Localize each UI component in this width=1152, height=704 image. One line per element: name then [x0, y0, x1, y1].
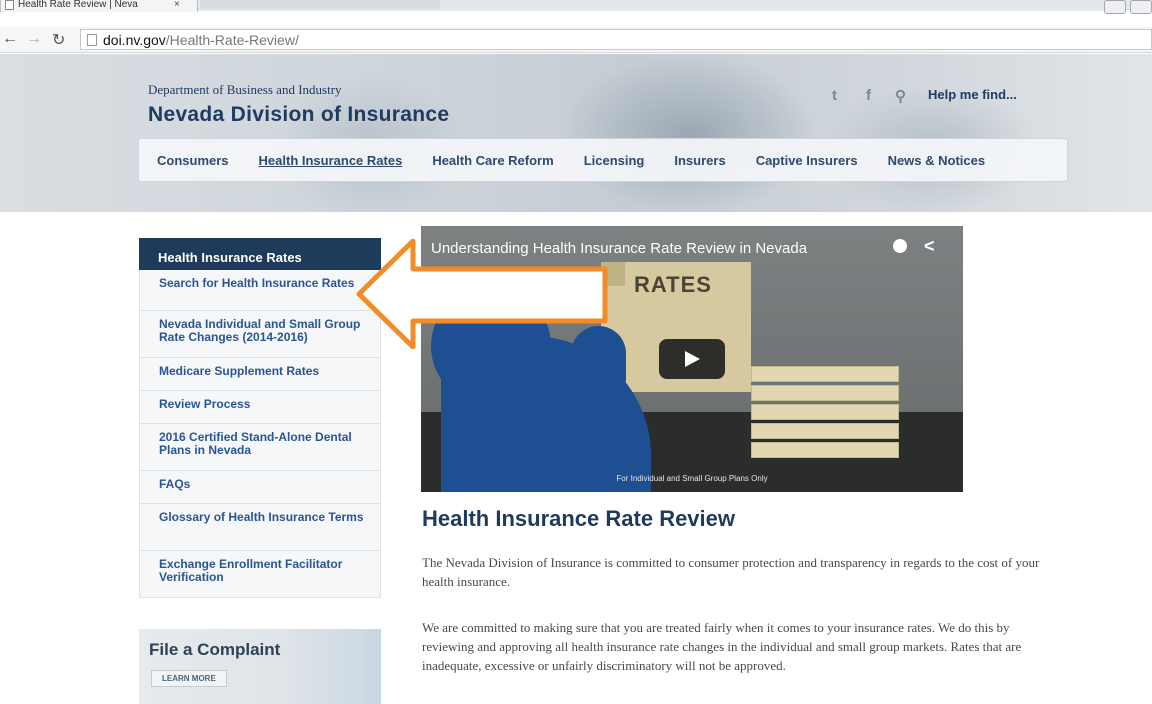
video-paper-sheet — [751, 423, 899, 439]
sidebar-item-glossary[interactable]: Glossary of Health Insurance Terms — [139, 504, 381, 551]
video-paper-sheet — [751, 385, 899, 401]
nav-licensing[interactable]: Licensing — [584, 153, 645, 168]
header-background — [560, 54, 820, 212]
site-header: Department of Business and Industry Neva… — [0, 54, 1152, 212]
page-icon — [5, 0, 14, 10]
nav-captive-insurers[interactable]: Captive Insurers — [756, 153, 858, 168]
watch-later-icon[interactable] — [893, 239, 907, 253]
search-icon[interactable]: ⚲ — [895, 87, 906, 105]
browser-tabbar: Health Rate Review | Neva × — [0, 0, 1152, 14]
sidebar-item-medicare-supplement[interactable]: Medicare Supplement Rates — [139, 358, 381, 391]
sidebar: Health Insurance Rates Search for Health… — [139, 238, 381, 598]
page-title: Health Insurance Rate Review — [422, 506, 736, 531]
help-me-find-link[interactable]: Help me find... — [928, 87, 1017, 102]
annotation-arrow-icon — [356, 239, 608, 349]
video-paper-sheet — [751, 404, 899, 420]
tab-title: Health Rate Review | Neva — [18, 0, 138, 10]
share-icon[interactable]: < — [924, 236, 935, 257]
video-paper-stack — [751, 366, 899, 458]
document-icon — [87, 33, 97, 46]
learn-more-button[interactable]: LEARN MORE — [151, 670, 227, 687]
fair-rates-paragraph: We are committed to making sure that you… — [422, 620, 1022, 673]
site-logo-title[interactable]: Nevada Division of Insurance — [148, 103, 449, 127]
play-button[interactable] — [659, 339, 725, 379]
video-rates-text: RATES — [634, 272, 712, 297]
url-path: /Health-Rate-Review/ — [165, 31, 299, 48]
nav-insurers[interactable]: Insurers — [674, 153, 725, 168]
browser-toolbar: ← → ↻ doi.nv.gov/Health-Rate-Review/ — [0, 27, 1152, 53]
complaint-title: File a Complaint — [149, 640, 281, 659]
browser-tab[interactable]: Health Rate Review | Neva × — [0, 0, 198, 12]
nav-health-insurance-rates[interactable]: Health Insurance Rates — [259, 153, 403, 168]
sidebar-item-search-rates[interactable]: Search for Health Insurance Rates — [139, 270, 381, 311]
reload-icon[interactable]: ↻ — [52, 30, 65, 50]
nav-health-care-reform[interactable]: Health Care Reform — [432, 153, 553, 168]
sidebar-item-review-process[interactable]: Review Process — [139, 391, 381, 424]
forward-icon[interactable]: → — [26, 30, 42, 48]
sidebar-item-enrollment-facilitator[interactable]: Exchange Enrollment Facilitator Verifica… — [139, 551, 381, 598]
department-name: Department of Business and Industry — [148, 82, 342, 97]
main-navigation: Consumers Health Insurance Rates Health … — [138, 138, 1068, 182]
back-icon[interactable]: ← — [2, 30, 18, 48]
intro-paragraph: The Nevada Division of Insurance is comm… — [422, 555, 1040, 589]
nav-consumers[interactable]: Consumers — [157, 153, 229, 168]
video-paper-sheet — [751, 366, 899, 382]
nav-news-notices[interactable]: News & Notices — [888, 153, 986, 168]
sidebar-item-faqs[interactable]: FAQs — [139, 471, 381, 504]
address-bar[interactable]: doi.nv.gov/Health-Rate-Review/ — [80, 29, 1152, 50]
new-tab-button[interactable] — [200, 0, 440, 9]
video-paper-sheet — [751, 442, 899, 458]
sidebar-heading[interactable]: Health Insurance Rates — [139, 238, 381, 270]
facebook-icon[interactable]: f — [866, 87, 871, 104]
minimize-icon[interactable] — [1130, 0, 1152, 14]
twitter-icon[interactable]: t — [832, 87, 837, 104]
url-host: doi.nv.gov — [103, 31, 166, 48]
file-complaint-banner[interactable]: File a Complaint LEARN MORE — [139, 629, 381, 704]
user-icon[interactable] — [1104, 0, 1126, 14]
window-controls — [1104, 0, 1152, 14]
video-caption: For Individual and Small Group Plans Onl… — [616, 474, 768, 483]
tab-close-icon[interactable]: × — [174, 0, 180, 10]
sidebar-item-rate-changes[interactable]: Nevada Individual and Small Group Rate C… — [139, 311, 381, 358]
sidebar-item-dental-plans[interactable]: 2016 Certified Stand-Alone Dental Plans … — [139, 424, 381, 471]
